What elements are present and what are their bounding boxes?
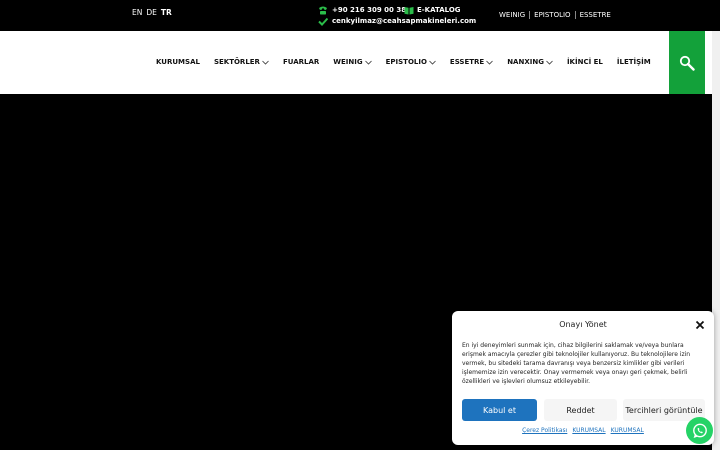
- menu-label: KURUMSAL: [156, 58, 200, 66]
- language-switcher: EN DE TR: [132, 8, 172, 17]
- consent-links: Çerez Politikası KURUMSAL KURUMSAL: [452, 427, 714, 434]
- whatsapp-button[interactable]: [686, 417, 713, 444]
- book-icon: [404, 7, 414, 15]
- main-navigation: KURUMSAL SEKTÖRLER FUARLAR WEINIG EPISTO…: [0, 31, 720, 94]
- catalog-link[interactable]: E-KATALOG: [404, 5, 461, 16]
- lang-de[interactable]: DE: [146, 8, 157, 17]
- accept-button[interactable]: Kabul et: [462, 399, 537, 421]
- kurumsal-link-2[interactable]: KURUMSAL: [611, 427, 644, 434]
- menu-label: EPISTOLIO: [385, 58, 427, 66]
- menu-label: FUARLAR: [282, 58, 320, 66]
- consent-title: Onayı Yönet: [559, 320, 607, 329]
- menu-label: SEKTÖRLER: [213, 58, 260, 66]
- menu-item-fuarlar[interactable]: FUARLAR: [283, 58, 319, 66]
- cookie-policy-link[interactable]: Çerez Politikası: [522, 427, 567, 434]
- reject-button[interactable]: Reddet: [544, 399, 617, 421]
- check-icon: [318, 17, 328, 26]
- brand-link-weinig[interactable]: WEINIG: [499, 11, 529, 19]
- menu-item-kurumsal[interactable]: KURUMSAL: [156, 58, 200, 66]
- menu-item-epistolio[interactable]: EPISTOLIO: [386, 58, 436, 66]
- catalog-label[interactable]: E-KATALOG: [417, 5, 461, 16]
- close-icon[interactable]: [695, 320, 705, 330]
- menu-label: NANXING: [507, 58, 544, 66]
- menu-item-nanxing[interactable]: NANXING: [507, 58, 553, 66]
- contact-info: +90 216 309 00 38 cenkyilmaz@ceahsapmaki…: [318, 5, 476, 27]
- kurumsal-link[interactable]: KURUMSAL: [572, 427, 605, 434]
- email-row[interactable]: cenkyilmaz@ceahsapmakineleri.com: [318, 16, 476, 27]
- search-icon: [679, 55, 695, 71]
- menu-item-weinig[interactable]: WEINIG: [333, 58, 372, 66]
- lang-tr[interactable]: TR: [161, 8, 172, 17]
- menu-label: İKİNCİ EL: [566, 58, 603, 66]
- top-bar: EN DE TR +90 216 309 00 38 cenkyilmaz@ce…: [0, 0, 720, 31]
- lang-en[interactable]: EN: [132, 8, 142, 17]
- menu-item-essetre[interactable]: ESSETRE: [450, 58, 493, 66]
- brand-link-essetre[interactable]: ESSETRE: [574, 11, 615, 19]
- menu-item-sektorler[interactable]: SEKTÖRLER: [214, 58, 269, 66]
- email-address[interactable]: cenkyilmaz@ceahsapmakineleri.com: [332, 16, 476, 27]
- chevron-down-icon: [546, 60, 553, 65]
- chevron-down-icon: [429, 60, 436, 65]
- menu-label: İLETİŞİM: [616, 58, 651, 66]
- menu-item-iletisim[interactable]: İLETİŞİM: [617, 58, 651, 66]
- menu-label: ESSETRE: [449, 58, 485, 66]
- phone-number[interactable]: +90 216 309 00 38: [332, 5, 406, 16]
- whatsapp-icon: [692, 423, 707, 438]
- chevron-down-icon: [486, 60, 493, 65]
- main-menu: KURUMSAL SEKTÖRLER FUARLAR WEINIG EPISTO…: [156, 58, 665, 66]
- search-button[interactable]: [669, 31, 705, 94]
- menu-label: WEINIG: [333, 58, 363, 66]
- brand-links: WEINIG EPISTOLIO ESSETRE: [499, 11, 615, 19]
- phone-icon: [319, 6, 327, 15]
- cookie-consent-dialog: Onayı Yönet En iyi deneyimleri sunmak iç…: [452, 311, 714, 445]
- menu-item-ikinci-el[interactable]: İKİNCİ EL: [567, 58, 603, 66]
- chevron-down-icon: [364, 60, 372, 65]
- brand-link-epistolio[interactable]: EPISTOLIO: [529, 11, 574, 19]
- chevron-down-icon: [262, 60, 269, 65]
- consent-body: En iyi deneyimleri sunmak için, cihaz bi…: [462, 342, 691, 385]
